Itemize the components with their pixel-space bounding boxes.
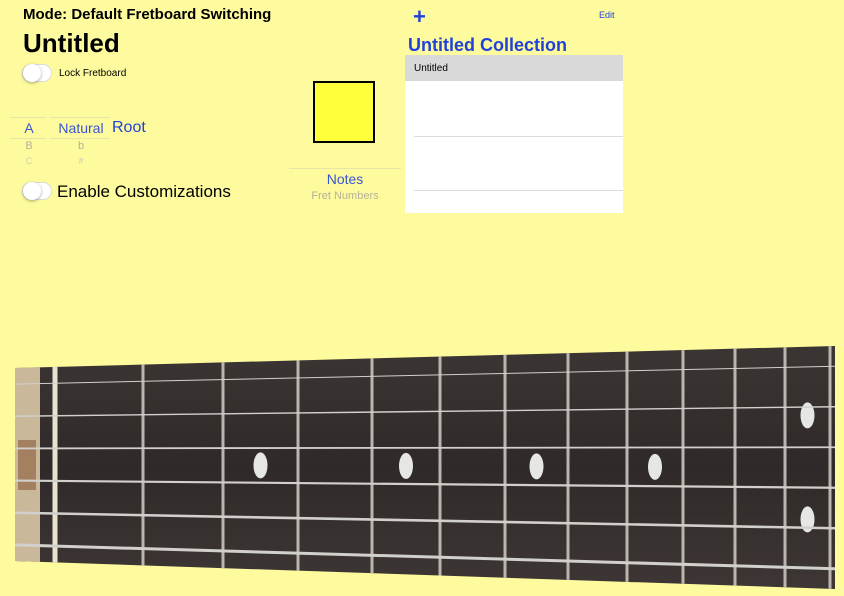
display-mode-divider <box>289 168 401 169</box>
page-title: Untitled <box>23 28 120 58</box>
picker-divider <box>10 138 46 139</box>
root-label: Root <box>112 119 146 136</box>
mode-label: Mode: Default Fretboard Switching <box>23 6 272 23</box>
picker-divider <box>50 117 110 118</box>
picker-accidental-option[interactable]: b <box>50 140 112 152</box>
guitar-string <box>14 446 836 450</box>
add-item-button[interactable]: + <box>413 4 426 30</box>
inlay-dot <box>529 453 544 480</box>
collection-title: Untitled Collection <box>408 35 567 55</box>
list-separator <box>414 136 623 137</box>
picker-accidental-option[interactable]: # <box>50 156 112 164</box>
list-item[interactable]: Untitled <box>405 55 623 81</box>
picker-letter-selected[interactable]: A <box>10 120 46 136</box>
list-item-label: Untitled <box>414 63 448 74</box>
picker-accidental-selected[interactable]: Natural <box>50 120 112 136</box>
list-separator <box>414 190 623 191</box>
picker-divider <box>50 138 110 139</box>
inlay-dot <box>800 402 815 429</box>
toggle-knob <box>23 182 41 200</box>
display-mode-notes[interactable]: Notes <box>289 171 401 187</box>
inlay-dot <box>399 452 413 479</box>
display-mode-fret-numbers[interactable]: Fret Numbers <box>289 190 401 202</box>
collection-list[interactable]: Untitled <box>405 55 623 213</box>
color-swatch[interactable] <box>313 81 375 143</box>
lock-fretboard-toggle[interactable] <box>22 64 52 82</box>
inlay-dot <box>648 453 662 480</box>
fretboard-wood <box>15 346 835 589</box>
edit-button[interactable]: Edit <box>599 10 615 20</box>
note-letter-picker[interactable]: A B C <box>10 112 46 164</box>
enable-customizations-label: Enable Customizations <box>57 182 231 201</box>
picker-divider <box>10 117 46 118</box>
enable-customizations-toggle[interactable] <box>22 182 52 200</box>
picker-letter-option[interactable]: B <box>10 140 46 152</box>
inlay-dot <box>253 452 268 479</box>
toggle-knob <box>23 64 41 82</box>
picker-letter-option[interactable]: C <box>10 156 46 164</box>
accidental-picker[interactable]: Natural b # <box>50 112 112 164</box>
lock-fretboard-label: Lock Fretboard <box>59 68 127 79</box>
fretboard[interactable] <box>0 340 844 596</box>
